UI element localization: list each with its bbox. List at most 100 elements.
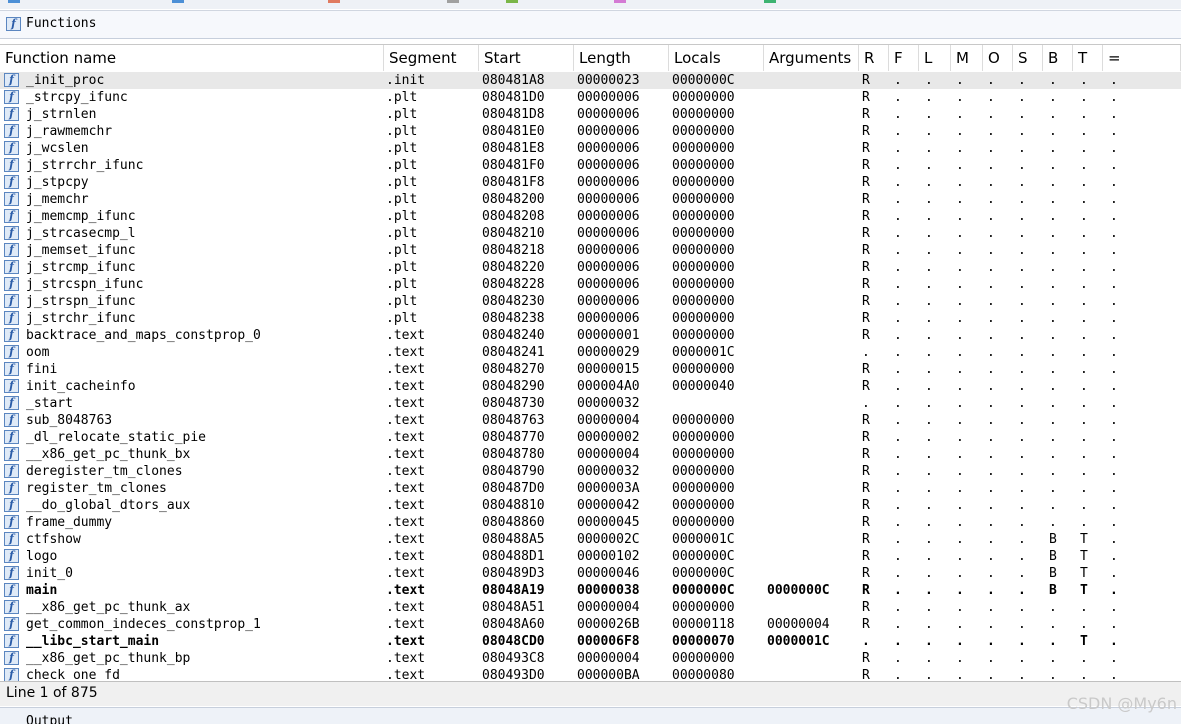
col-f-header[interactable]: F — [889, 45, 919, 71]
cell-o: . — [987, 311, 995, 326]
table-row[interactable]: f get_common_indeces_constprop_1 .text 0804… — [0, 616, 1181, 633]
table-row[interactable]: f backtrace_and_maps_constprop_0 .text 0804… — [0, 327, 1181, 344]
cell-r: R — [862, 294, 870, 309]
cell-t: . — [1080, 73, 1088, 88]
cell-function-name: __x86_get_pc_thunk_ax — [26, 600, 191, 615]
cell-l: . — [925, 583, 933, 598]
cell-eq: . — [1110, 617, 1118, 632]
table-row[interactable]: f j_strrchr_ifunc .plt 080481F0 00000006 0000… — [0, 157, 1181, 174]
col-arguments-header[interactable]: Arguments — [764, 45, 859, 71]
col-segment-header[interactable]: Segment — [384, 45, 479, 71]
table-row[interactable]: f j_strcspn_ifunc .plt 08048228 00000006 0000… — [0, 276, 1181, 293]
col-o-header[interactable]: O — [983, 45, 1013, 71]
cell-m: . — [956, 481, 964, 496]
cell-b: . — [1049, 464, 1057, 479]
table-row[interactable]: f __libc_start_main .text 08048CD0 000006F8 0… — [0, 633, 1181, 650]
table-row[interactable]: f j_strnlen .plt 080481D8 00000006 00000000 R.… — [0, 106, 1181, 123]
table-row[interactable]: f j_memchr .plt 08048200 00000006 00000000 R..… — [0, 191, 1181, 208]
cell-b: B — [1049, 566, 1057, 581]
col-start-header[interactable]: Start — [479, 45, 574, 71]
cell-arguments: 0000000C — [767, 583, 830, 598]
table-row[interactable]: f frame_dummy .text 08048860 00000045 0000000… — [0, 514, 1181, 531]
table-row[interactable]: f j_stpcpy .plt 080481F8 00000006 00000000 R..… — [0, 174, 1181, 191]
cell-m: . — [956, 362, 964, 377]
cell-eq: . — [1110, 413, 1118, 428]
cell-b: . — [1049, 430, 1057, 445]
cell-locals: 0000001C — [672, 532, 735, 547]
col-t-header[interactable]: T — [1073, 45, 1103, 71]
table-row[interactable]: f _init_proc .init 080481A8 00000023 0000000C… — [0, 72, 1181, 89]
cell-eq: . — [1110, 175, 1118, 190]
function-icon: f — [4, 413, 19, 427]
table-row[interactable]: f j_strchr_ifunc .plt 08048238 00000006 00000… — [0, 310, 1181, 327]
cell-m: . — [956, 277, 964, 292]
table-row[interactable]: f j_memcmp_ifunc .plt 08048208 00000006 00000… — [0, 208, 1181, 225]
cell-m: . — [956, 396, 964, 411]
cell-function-name: _dl_relocate_static_pie — [26, 430, 207, 445]
output-panel-header[interactable]: Output — [0, 707, 1181, 724]
function-icon: f — [4, 549, 19, 563]
table-row[interactable]: f check_one_fd .text 080493D0 000000BA 000000… — [0, 667, 1181, 681]
col-r-header[interactable]: R — [859, 45, 889, 71]
cell-length: 00000006 — [577, 158, 640, 173]
cell-t: . — [1080, 141, 1088, 156]
cell-r: R — [862, 158, 870, 173]
table-row[interactable]: f __x86_get_pc_thunk_bp .text 080493C8 00000… — [0, 650, 1181, 667]
cell-segment: .text — [386, 498, 426, 513]
table-row[interactable]: f __do_global_dtors_aux .text 08048810 00000… — [0, 497, 1181, 514]
table-row[interactable]: f _dl_relocate_static_pie .text 08048770 000… — [0, 429, 1181, 446]
table-row[interactable]: f j_rawmemchr .plt 080481E0 00000006 00000000… — [0, 123, 1181, 140]
cell-f: . — [894, 209, 902, 224]
cell-l: . — [925, 481, 933, 496]
cell-o: . — [987, 294, 995, 309]
table-row[interactable]: f _strcpy_ifunc .plt 080481D0 00000006 000000… — [0, 89, 1181, 106]
table-row[interactable]: f j_memset_ifunc .plt 08048218 00000006 00000… — [0, 242, 1181, 259]
cell-s: . — [1018, 549, 1026, 564]
cell-length: 00000006 — [577, 90, 640, 105]
col-b-header[interactable]: B — [1043, 45, 1073, 71]
table-row[interactable]: f sub_8048763 .text 08048763 00000004 0000000… — [0, 412, 1181, 429]
col-function-name-header[interactable]: Function name — [0, 45, 384, 71]
col-s-header[interactable]: S — [1013, 45, 1043, 71]
table-row[interactable]: f main .text 08048A19 00000038 0000000C 000000… — [0, 582, 1181, 599]
table-row[interactable]: f register_tm_clones .text 080487D0 0000003A… — [0, 480, 1181, 497]
cell-f: . — [894, 549, 902, 564]
cell-t: . — [1080, 260, 1088, 275]
col-eq-header[interactable]: = — [1103, 45, 1181, 71]
table-row[interactable]: f deregister_tm_clones .text 08048790 000000… — [0, 463, 1181, 480]
table-row[interactable]: f j_strcasecmp_l .plt 08048210 00000006 00000… — [0, 225, 1181, 242]
col-length-header[interactable]: Length — [574, 45, 669, 71]
cell-t: . — [1080, 481, 1088, 496]
col-locals-header[interactable]: Locals — [669, 45, 764, 71]
cell-eq: . — [1110, 447, 1118, 462]
cell-eq: . — [1110, 600, 1118, 615]
table-row[interactable]: f j_strspn_ifunc .plt 08048230 00000006 00000… — [0, 293, 1181, 310]
cell-length: 000006F8 — [577, 634, 640, 649]
table-row[interactable]: f _start .text 08048730 00000032......... — [0, 395, 1181, 412]
table-row[interactable]: f j_strcmp_ifunc .plt 08048220 00000006 00000… — [0, 259, 1181, 276]
table-row[interactable]: f oom .text 08048241 00000029 0000001C.......… — [0, 344, 1181, 361]
table-row[interactable]: f logo .text 080488D1 00000102 0000000C R.....… — [0, 548, 1181, 565]
cell-locals: 00000000 — [672, 430, 735, 445]
cell-b: . — [1049, 651, 1057, 666]
cell-o: . — [987, 124, 995, 139]
cell-length: 00000002 — [577, 430, 640, 445]
table-row[interactable]: f __x86_get_pc_thunk_ax .text 08048A51 00000… — [0, 599, 1181, 616]
cell-t: . — [1080, 158, 1088, 173]
cell-function-name: frame_dummy — [26, 515, 113, 530]
table-row[interactable]: f __x86_get_pc_thunk_bx .text 08048780 00000… — [0, 446, 1181, 463]
table-row[interactable]: f ctfshow .text 080488A5 0000002C 0000001C R..… — [0, 531, 1181, 548]
cell-m: . — [956, 260, 964, 275]
table-row[interactable]: f j_wcslen .plt 080481E8 00000006 00000000 R..… — [0, 140, 1181, 157]
cell-l: . — [925, 345, 933, 360]
cell-r: R — [862, 481, 870, 496]
table-row[interactable]: f init_0 .text 080489D3 00000046 0000000C R...… — [0, 565, 1181, 582]
cell-r: R — [862, 90, 870, 105]
cell-m: . — [956, 226, 964, 241]
function-icon: f — [4, 328, 19, 342]
table-row[interactable]: f init_cacheinfo .text 08048290 000004A0 0000… — [0, 378, 1181, 395]
table-row[interactable]: f fini .text 08048270 00000015 00000000 R.....… — [0, 361, 1181, 378]
col-l-header[interactable]: L — [919, 45, 951, 71]
col-m-header[interactable]: M — [951, 45, 983, 71]
cell-eq: . — [1110, 651, 1118, 666]
